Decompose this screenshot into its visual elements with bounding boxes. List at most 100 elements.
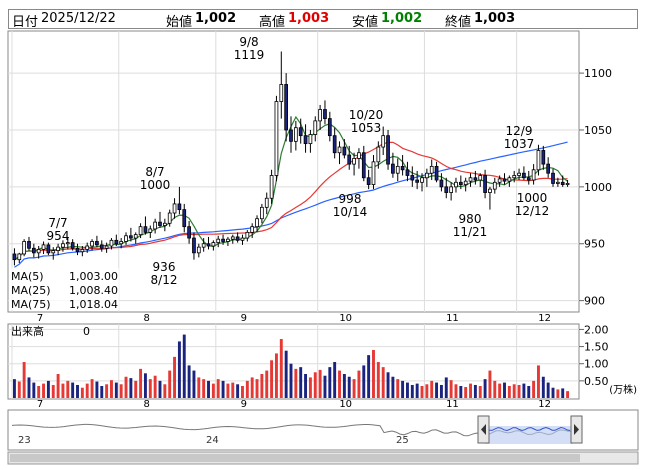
- volume-bar: [12, 379, 16, 398]
- volume-bar: [182, 334, 186, 398]
- candle-body: [488, 188, 492, 193]
- volume-bar: [425, 384, 429, 398]
- volume-bar: [537, 365, 540, 398]
- candle-body: [264, 197, 269, 208]
- volume-bar: [168, 370, 172, 398]
- volume-bar: [110, 380, 113, 398]
- candle-body: [177, 203, 182, 211]
- candle-body: [109, 239, 114, 247]
- candle-body: [61, 243, 65, 248]
- candle-body: [454, 181, 458, 188]
- volume-bar: [255, 379, 259, 398]
- volume-bar: [367, 355, 371, 398]
- volume-bar: [469, 383, 472, 398]
- candle-body: [245, 231, 250, 239]
- month-label-7: 7: [37, 313, 43, 324]
- volume-bar: [299, 367, 303, 398]
- volume-bar: [347, 376, 351, 398]
- candle-body: [473, 177, 478, 181]
- volume-month-label-10: 10: [339, 399, 352, 410]
- volume-bar: [221, 380, 225, 398]
- candle-body: [51, 250, 56, 254]
- navigator-year-24: 24: [206, 435, 219, 446]
- candle-body: [269, 175, 274, 199]
- volume-month-label-12: 12: [538, 399, 551, 410]
- volume-bar: [71, 382, 75, 398]
- ma-legend: MA(5) 1,003.00 MA(25) 1,008.40 MA(75) 1,…: [9, 268, 119, 311]
- volume-bar: [80, 387, 84, 398]
- volume-bar: [532, 380, 536, 398]
- volume-bar: [95, 381, 99, 398]
- candle-body: [391, 163, 395, 174]
- candle-body: [211, 242, 216, 247]
- candlestick-chart: 900950100010501100 7/79548/710009368/129…: [7, 30, 639, 465]
- chart-window: 日付 2025/12/22 始値 1,002 高値 1,003 安値 1,002…: [0, 0, 653, 470]
- volume-bar: [473, 384, 477, 398]
- annotation-line2: 8/12: [151, 273, 178, 287]
- candle-body: [415, 179, 420, 183]
- price-tick-label: 950: [584, 238, 605, 251]
- navigator-year-23: 23: [18, 435, 31, 446]
- volume-bar: [352, 379, 356, 398]
- volume-bar: [328, 367, 332, 398]
- candle-body: [420, 177, 424, 183]
- volume-bar: [197, 377, 201, 398]
- month-label-12: 12: [538, 313, 551, 324]
- candle-body: [371, 161, 376, 185]
- volume-bar: [338, 370, 341, 398]
- candle-body: [206, 243, 211, 247]
- volume-bar: [449, 380, 453, 398]
- candle-body: [298, 127, 303, 137]
- annotation-line2: 12/12: [515, 204, 550, 218]
- annotation-line2: 954: [47, 229, 70, 243]
- candle-body: [260, 206, 264, 220]
- price-tick-label: 1050: [584, 124, 612, 137]
- volume-bar: [134, 380, 138, 398]
- candle-body: [216, 238, 221, 244]
- volume-bar: [498, 383, 502, 398]
- candle-body: [75, 247, 80, 253]
- navigator-left-handle[interactable]: [477, 415, 490, 444]
- volume-bar: [294, 368, 298, 398]
- annotation-line2: 1119: [234, 48, 265, 62]
- candle-body: [12, 253, 17, 261]
- annotation-line2: 1053: [351, 121, 382, 135]
- candle-body: [235, 236, 240, 241]
- volume-bar: [139, 368, 143, 398]
- scrollbar-thumb[interactable]: [10, 454, 580, 462]
- candle-body: [119, 241, 124, 245]
- candle-body: [395, 165, 400, 174]
- volume-bar: [289, 363, 293, 398]
- candle-body: [357, 152, 361, 159]
- annotation-line1: 12/9: [506, 124, 533, 138]
- candle-body: [352, 158, 356, 165]
- candle-body: [138, 226, 143, 236]
- annotation-line1: 8/7: [145, 165, 164, 179]
- volume-bar: [566, 391, 570, 398]
- annotation-line2: 10/14: [333, 205, 368, 219]
- candle-body: [517, 172, 521, 176]
- volume-bar: [187, 365, 191, 398]
- volume-bar: [435, 382, 439, 398]
- legend-ma5-label: MA(5): [11, 270, 44, 283]
- volume-bar: [17, 381, 21, 398]
- candle-body: [293, 127, 298, 142]
- candle-body: [410, 175, 415, 181]
- volume-bar: [478, 386, 482, 398]
- candle-body: [167, 212, 172, 224]
- navigator-selection[interactable]: [485, 426, 573, 444]
- volume-bar: [202, 379, 206, 398]
- volume-bar: [192, 370, 196, 398]
- volume-bar: [37, 386, 41, 398]
- volume-bar: [323, 375, 327, 398]
- volume-bar: [236, 384, 240, 398]
- volume-bar: [454, 384, 458, 398]
- price-tick-label: 900: [584, 295, 605, 308]
- candle-body: [444, 186, 449, 193]
- candle-body: [196, 246, 201, 254]
- navigator-year-25: 25: [396, 435, 409, 446]
- candle-body: [41, 244, 46, 250]
- candle-body: [182, 209, 187, 228]
- navigator-right-handle[interactable]: [570, 415, 583, 444]
- candle: [274, 95, 279, 182]
